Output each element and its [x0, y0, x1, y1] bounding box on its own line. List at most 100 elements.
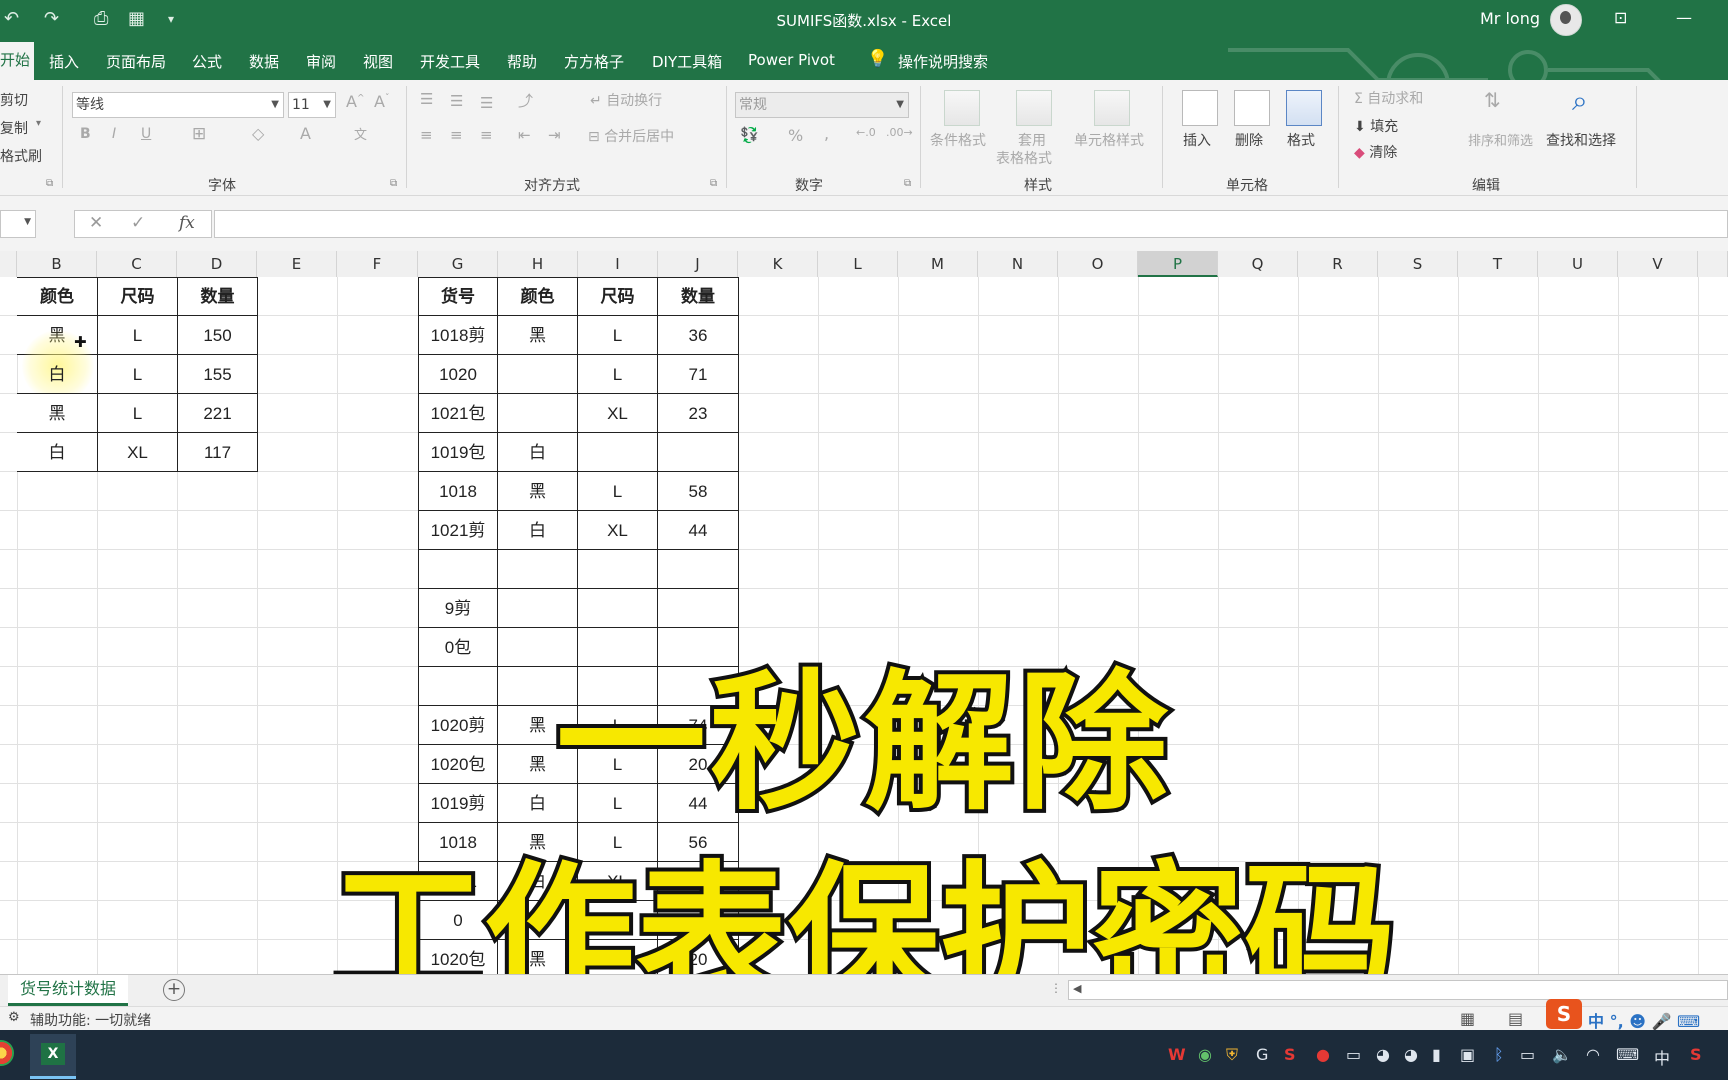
- font-launcher-icon[interactable]: ⧉: [390, 178, 397, 189]
- tab-page-layout[interactable]: 页面布局: [106, 51, 166, 72]
- column-header[interactable]: H: [498, 251, 578, 277]
- format-cells-button[interactable]: 格式: [1287, 130, 1315, 150]
- border-icon[interactable]: ⊞: [192, 124, 206, 144]
- battery-icon[interactable]: ▭: [1520, 1045, 1535, 1064]
- table-cell[interactable]: 1019包: [418, 433, 498, 472]
- table-cell[interactable]: L: [578, 355, 658, 394]
- clipboard-launcher-icon[interactable]: ⧉: [46, 178, 53, 189]
- sogou-tray-icon[interactable]: S: [1284, 1045, 1296, 1064]
- tab-help[interactable]: 帮助: [507, 51, 537, 72]
- column-header[interactable]: E: [257, 251, 337, 277]
- align-middle-icon[interactable]: ☰: [450, 92, 463, 110]
- splitter-icon[interactable]: ⋮: [1050, 981, 1062, 995]
- ime-chinese-icon[interactable]: 中 °, ☻ 🎤 ⌨: [1588, 1008, 1700, 1032]
- keyboard-icon[interactable]: ⌨: [1616, 1045, 1639, 1064]
- conditional-format-icon[interactable]: [944, 90, 980, 126]
- shrink-font-icon[interactable]: Aˇ: [374, 92, 389, 111]
- align-top-icon[interactable]: ☰: [420, 90, 433, 108]
- align-right-icon[interactable]: ≡: [480, 126, 493, 144]
- column-header-w[interactable]: [1698, 251, 1728, 277]
- table-cell[interactable]: 221: [178, 394, 258, 433]
- sogou-ime-icon[interactable]: S: [1546, 999, 1582, 1029]
- table-format-line1[interactable]: 套用: [1018, 130, 1046, 150]
- italic-button[interactable]: I: [112, 126, 116, 142]
- wps-icon[interactable]: W: [1168, 1045, 1186, 1064]
- tab-power-pivot[interactable]: Power Pivot: [748, 51, 835, 69]
- table-header[interactable]: 数量: [658, 277, 739, 316]
- copy-dropdown-icon[interactable]: ▾: [36, 118, 41, 129]
- column-header[interactable]: N: [978, 251, 1058, 277]
- column-header[interactable]: V: [1618, 251, 1698, 277]
- chrome-icon[interactable]: [0, 1040, 14, 1066]
- alignment-launcher-icon[interactable]: ⧉: [710, 178, 717, 189]
- minimize-icon[interactable]: —: [1676, 8, 1692, 27]
- number-launcher-icon[interactable]: ⧉: [904, 178, 911, 189]
- normal-view-icon[interactable]: ▦: [1460, 1009, 1475, 1028]
- volume-icon[interactable]: 🔈: [1552, 1045, 1572, 1064]
- table-cell[interactable]: 白: [498, 433, 578, 472]
- qq-icon[interactable]: ◕: [1376, 1045, 1390, 1064]
- column-header[interactable]: B: [17, 251, 97, 277]
- delete-cells-button[interactable]: 删除: [1235, 130, 1263, 150]
- table-cell[interactable]: [418, 550, 498, 589]
- column-header[interactable]: U: [1538, 251, 1618, 277]
- cut-button[interactable]: 剪切: [0, 90, 28, 110]
- decrease-indent-icon[interactable]: ⇤: [518, 126, 531, 144]
- table-cell[interactable]: [658, 550, 739, 589]
- column-header-selected[interactable]: P: [1138, 251, 1218, 277]
- message-icon[interactable]: ▭: [1346, 1045, 1361, 1064]
- horizontal-scrollbar[interactable]: ◀: [1068, 980, 1728, 1000]
- table-cell[interactable]: 36: [658, 316, 739, 355]
- font-name-combo[interactable]: 等线 ▼: [72, 92, 284, 118]
- cell-styles-icon[interactable]: [1094, 90, 1130, 126]
- ribbon-display-icon[interactable]: ⊡: [1614, 8, 1627, 27]
- column-header[interactable]: K: [738, 251, 818, 277]
- table-cell[interactable]: 1018: [418, 472, 498, 511]
- table-cell[interactable]: 23: [658, 394, 739, 433]
- table-cell[interactable]: L: [578, 316, 658, 355]
- fill-button[interactable]: ⬇ 填充: [1354, 116, 1398, 136]
- table-cell[interactable]: 1020: [418, 355, 498, 394]
- column-header[interactable]: F: [337, 251, 418, 277]
- delete-cells-icon[interactable]: [1234, 90, 1270, 126]
- table-cell[interactable]: 黑: [498, 316, 578, 355]
- column-header[interactable]: S: [1378, 251, 1458, 277]
- column-header[interactable]: Q: [1218, 251, 1298, 277]
- table-header[interactable]: 尺码: [578, 277, 658, 316]
- table-header[interactable]: 颜色: [17, 277, 98, 316]
- table-cell[interactable]: 1021剪: [418, 511, 498, 550]
- tell-me-search[interactable]: 操作说明搜索: [898, 51, 988, 72]
- bluetooth-icon[interactable]: ᛒ: [1494, 1045, 1504, 1064]
- phonetic-icon[interactable]: 文: [354, 124, 367, 143]
- font-color-icon[interactable]: A: [300, 124, 311, 143]
- tab-home[interactable]: 开始: [0, 42, 34, 80]
- column-header[interactable]: O: [1058, 251, 1138, 277]
- table-cell[interactable]: 58: [658, 472, 739, 511]
- usb-icon[interactable]: ▮: [1432, 1045, 1441, 1064]
- grow-font-icon[interactable]: A^: [346, 92, 365, 111]
- orientation-icon[interactable]: ⤴: [518, 90, 533, 111]
- format-painter-button[interactable]: 格式刷: [0, 146, 42, 166]
- table-cell[interactable]: 44: [658, 511, 739, 550]
- table-cell[interactable]: [498, 355, 578, 394]
- tab-view[interactable]: 视图: [363, 51, 393, 72]
- bold-button[interactable]: B: [80, 126, 91, 142]
- table-cell[interactable]: 白: [498, 511, 578, 550]
- table-cell[interactable]: [658, 433, 739, 472]
- screen-icon[interactable]: ▣: [1460, 1045, 1475, 1064]
- currency-icon[interactable]: 💱: [740, 126, 759, 144]
- sort-filter-icon[interactable]: ⇅: [1484, 88, 1501, 112]
- clear-button[interactable]: ◆ 清除: [1354, 142, 1397, 162]
- table-cell[interactable]: 黑: [17, 394, 98, 433]
- underline-button[interactable]: U: [141, 126, 151, 142]
- table-cell[interactable]: XL: [98, 433, 178, 472]
- table-cell[interactable]: L: [98, 316, 178, 355]
- wrap-text-button[interactable]: ↵ 自动换行: [590, 90, 662, 110]
- shield-icon[interactable]: ⛨: [1226, 1045, 1238, 1065]
- table-cell[interactable]: 150: [178, 316, 258, 355]
- insert-function-button[interactable]: fx: [179, 213, 195, 233]
- cancel-icon[interactable]: ✕: [89, 213, 103, 233]
- table-cell[interactable]: [498, 550, 578, 589]
- column-header[interactable]: M: [898, 251, 978, 277]
- align-bottom-icon[interactable]: ☰: [480, 94, 493, 112]
